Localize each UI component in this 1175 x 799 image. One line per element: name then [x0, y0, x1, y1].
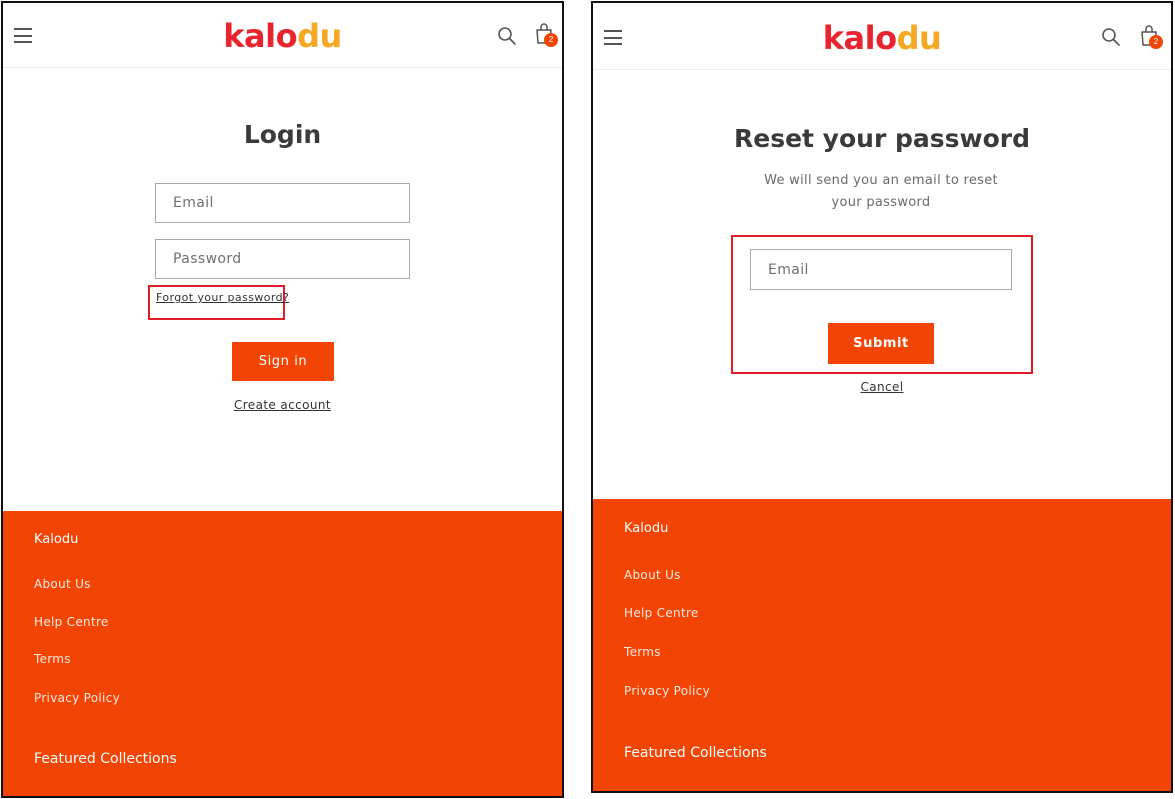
footer-link-about[interactable]: About Us [34, 577, 91, 591]
create-account-link[interactable]: Create account [3, 398, 562, 412]
header: kalodu 2 [3, 3, 562, 68]
footer-link-help[interactable]: Help Centre [624, 606, 699, 620]
cancel-link[interactable]: Cancel [593, 380, 1171, 394]
header: kalodu 2 [593, 3, 1171, 70]
email-field[interactable] [750, 249, 1012, 290]
footer-heading: Kalodu [624, 521, 669, 536]
logo[interactable]: kalodu [593, 20, 1171, 56]
submit-button[interactable]: Submit [828, 323, 934, 364]
footer-link-about[interactable]: About Us [624, 568, 681, 582]
footer-link-terms[interactable]: Terms [34, 652, 71, 666]
email-field[interactable] [155, 183, 410, 223]
cart-icon[interactable]: 2 [1138, 24, 1163, 50]
password-field[interactable] [155, 239, 410, 279]
footer-link-terms[interactable]: Terms [624, 645, 661, 659]
sign-in-button[interactable]: Sign in [232, 342, 334, 381]
page-subtitle: We will send you an email to reset your … [764, 173, 998, 210]
footer-featured-heading: Featured Collections [34, 751, 177, 767]
cart-icon[interactable]: 2 [533, 22, 558, 48]
reset-password-screen: kalodu 2 Reset your password We will sen… [591, 1, 1173, 793]
search-icon[interactable] [1101, 27, 1121, 47]
footer-link-help[interactable]: Help Centre [34, 615, 109, 629]
forgot-password-link[interactable]: Forgot your password? [156, 291, 289, 304]
footer: Kalodu About Us Help Centre Terms Privac… [593, 499, 1171, 791]
search-icon[interactable] [497, 26, 517, 46]
footer: Kalodu About Us Help Centre Terms Privac… [3, 511, 562, 796]
footer-link-privacy[interactable]: Privacy Policy [624, 684, 710, 698]
logo[interactable]: kalodu [3, 18, 562, 54]
page-title: Login [243, 120, 322, 149]
page-title: Reset your password [733, 124, 1031, 153]
footer-link-privacy[interactable]: Privacy Policy [34, 691, 120, 705]
login-screen: kalodu 2 Login Forgot your password? Sig… [1, 1, 564, 798]
cart-badge: 2 [1149, 35, 1163, 49]
footer-featured-heading: Featured Collections [624, 745, 767, 761]
footer-heading: Kalodu [34, 532, 79, 547]
cart-badge: 2 [544, 33, 558, 47]
